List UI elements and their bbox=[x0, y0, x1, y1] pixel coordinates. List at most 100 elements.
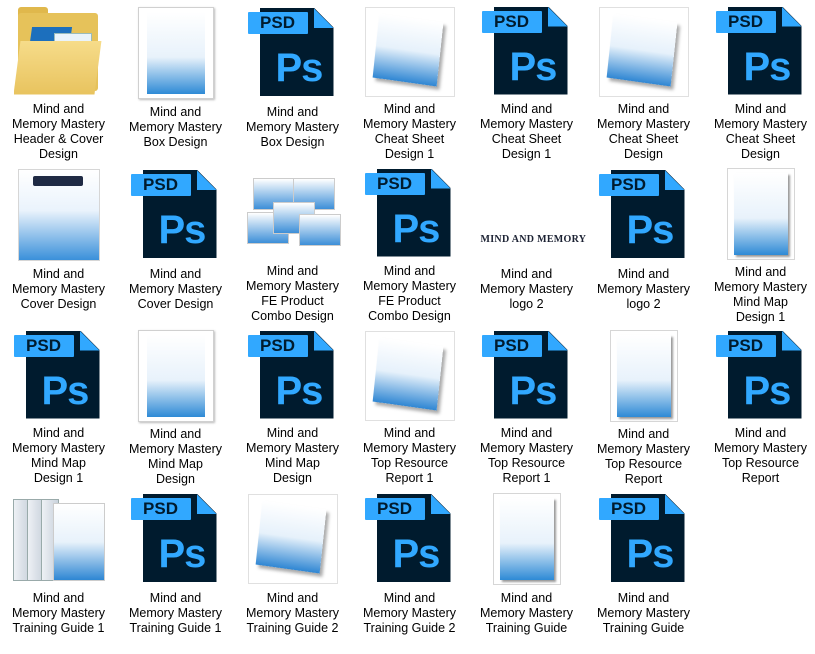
file-item[interactable]: Mind and Memory Mastery Training Guide 1 bbox=[0, 486, 117, 648]
file-label: Mind and Memory Mastery Training Guide 2 bbox=[362, 591, 457, 635]
logo-image-icon: MIND AND MEMORY bbox=[479, 168, 586, 262]
file-label: Mind and Memory Mastery Top Resource Rep… bbox=[713, 426, 808, 485]
file-label: Mind and Memory Mastery FE Product Combo… bbox=[362, 264, 457, 323]
psd-file-icon: PSD Ps bbox=[362, 492, 458, 586]
tall-image-icon bbox=[713, 168, 809, 260]
book-image-icon bbox=[362, 6, 458, 97]
psd-tag: PSD bbox=[364, 498, 425, 520]
file-grid: Mind and Memory Mastery Header & Cover D… bbox=[0, 0, 815, 654]
psd-tag: PSD bbox=[481, 10, 542, 33]
file-item[interactable]: PSD Ps Mind and Memory Mastery Top Resourc… bbox=[702, 324, 815, 486]
file-item[interactable]: MIND AND MEMORY Mind and Memory Mastery l… bbox=[468, 162, 586, 324]
file-item[interactable]: Mind and Memory Mastery Mind Map Design bbox=[117, 324, 234, 486]
ps-mark: Ps bbox=[158, 208, 207, 252]
file-label: Mind and Memory Mastery Training Guide bbox=[479, 591, 574, 635]
file-label: Mind and Memory Mastery Header & Cover D… bbox=[11, 102, 106, 161]
file-item[interactable]: PSD Ps Mind and Memory Mastery Training Gu… bbox=[585, 486, 702, 648]
psd-tag: PSD bbox=[13, 334, 74, 357]
file-label: Mind and Memory Mastery Mind Map Design bbox=[128, 427, 223, 486]
psd-tag: PSD bbox=[130, 174, 191, 196]
file-item[interactable]: Mind and Memory Mastery Cheat Sheet Desi… bbox=[585, 0, 702, 162]
psd-tag: PSD bbox=[481, 334, 542, 357]
file-item[interactable]: PSD Ps Mind and Memory Mastery Box Design bbox=[234, 0, 351, 162]
psd-tag: PSD bbox=[715, 334, 776, 357]
ps-mark: Ps bbox=[392, 206, 441, 251]
box-image-icon bbox=[128, 6, 224, 100]
logo-text: MIND AND MEMORY bbox=[480, 234, 587, 245]
file-label: Mind and Memory Mastery Training Guide bbox=[596, 591, 691, 635]
file-label: Mind and Memory Mastery Top Resource Rep… bbox=[596, 427, 691, 486]
file-item[interactable]: PSD Ps Mind and Memory Mastery Mind Map De… bbox=[234, 324, 351, 486]
ps-mark: Ps bbox=[275, 46, 324, 90]
ps-mark: Ps bbox=[626, 208, 675, 252]
psd-file-icon: PSD Ps bbox=[596, 168, 692, 262]
file-item[interactable]: Mind and Memory Mastery Top Resource Rep… bbox=[351, 324, 468, 486]
file-label: Mind and Memory Mastery Mind Map Design bbox=[245, 426, 340, 485]
ps-mark: Ps bbox=[158, 532, 207, 576]
file-item[interactable]: Mind and Memory Mastery FE Product Combo… bbox=[234, 162, 351, 324]
file-item[interactable]: PSD Ps Mind and Memory Mastery Training Gu… bbox=[351, 486, 468, 648]
file-label: Mind and Memory Mastery Cheat Sheet Desi… bbox=[362, 102, 457, 161]
file-item[interactable]: PSD Ps Mind and Memory Mastery Cheat Sheet… bbox=[468, 0, 585, 162]
file-item[interactable]: Mind and Memory Mastery Box Design bbox=[117, 0, 234, 162]
file-label: Mind and Memory Mastery Training Guide 2 bbox=[245, 591, 340, 635]
file-item[interactable]: Mind and Memory Mastery Cheat Sheet Desi… bbox=[351, 0, 468, 162]
file-label: Mind and Memory Mastery Box Design bbox=[245, 105, 340, 149]
psd-file-icon: PSD Ps bbox=[362, 168, 458, 259]
folder-icon bbox=[11, 6, 107, 97]
psd-tag: PSD bbox=[130, 498, 191, 520]
combo-image-icon bbox=[245, 168, 341, 259]
file-item[interactable]: PSD Ps Mind and Memory Mastery Cheat Sheet… bbox=[702, 0, 815, 162]
file-item[interactable]: PSD Ps Mind and Memory Mastery Training Gu… bbox=[117, 486, 234, 648]
ps-mark: Ps bbox=[743, 44, 792, 89]
file-label: Mind and Memory Mastery FE Product Combo… bbox=[245, 264, 340, 323]
ps-mark: Ps bbox=[275, 368, 324, 413]
file-label: Mind and Memory Mastery Training Guide 1 bbox=[11, 591, 106, 635]
file-label: Mind and Memory Mastery Training Guide 1 bbox=[128, 591, 223, 635]
file-label: Mind and Memory Mastery Cheat Sheet Desi… bbox=[479, 102, 574, 161]
file-label: Mind and Memory Mastery Box Design bbox=[128, 105, 223, 149]
file-item[interactable]: PSD Ps Mind and Memory Mastery Mind Map De… bbox=[0, 324, 117, 486]
file-label: Mind and Memory Mastery Top Resource Rep… bbox=[479, 426, 574, 485]
file-item[interactable]: PSD Ps Mind and Memory Mastery Cover Desig… bbox=[117, 162, 234, 324]
tall-image-icon bbox=[596, 330, 692, 422]
ps-mark: Ps bbox=[509, 44, 558, 89]
file-item[interactable]: PSD Ps Mind and Memory Mastery FE Product … bbox=[351, 162, 468, 324]
cover-image-icon bbox=[11, 168, 107, 262]
binder-image-icon bbox=[11, 492, 107, 586]
psd-tag: PSD bbox=[598, 174, 659, 196]
file-item[interactable]: PSD Ps Mind and Memory Mastery logo 2 bbox=[585, 162, 702, 324]
ps-mark: Ps bbox=[509, 368, 558, 413]
ps-mark: Ps bbox=[41, 368, 90, 413]
psd-file-icon: PSD Ps bbox=[713, 330, 809, 421]
book-image-icon bbox=[596, 6, 692, 97]
psd-file-icon: PSD Ps bbox=[713, 6, 809, 97]
file-label: Mind and Memory Mastery Cheat Sheet Desi… bbox=[713, 102, 808, 161]
file-item[interactable]: Mind and Memory Mastery Training Guide bbox=[468, 486, 585, 648]
psd-file-icon: PSD Ps bbox=[245, 330, 341, 421]
psd-file-icon: PSD Ps bbox=[596, 492, 692, 586]
ps-mark: Ps bbox=[743, 368, 792, 413]
file-label: Mind and Memory Mastery logo 2 bbox=[596, 267, 691, 311]
psd-file-icon: PSD Ps bbox=[479, 6, 575, 97]
file-label: Mind and Memory Mastery Mind Map Design … bbox=[713, 265, 808, 324]
psd-file-icon: PSD Ps bbox=[245, 6, 341, 100]
psd-file-icon: PSD Ps bbox=[128, 168, 224, 262]
file-item[interactable]: Mind and Memory Mastery Mind Map Design … bbox=[702, 162, 815, 324]
file-label: Mind and Memory Mastery logo 2 bbox=[479, 267, 574, 311]
psd-file-icon: PSD Ps bbox=[11, 330, 107, 421]
file-item[interactable]: Mind and Memory Mastery Cover Design bbox=[0, 162, 117, 324]
file-item[interactable]: Mind and Memory Mastery Header & Cover D… bbox=[0, 0, 117, 162]
psd-file-icon: PSD Ps bbox=[128, 492, 224, 586]
psd-tag: PSD bbox=[364, 172, 425, 195]
psd-tag: PSD bbox=[598, 498, 659, 520]
ps-mark: Ps bbox=[626, 532, 675, 576]
file-label: Mind and Memory Mastery Mind Map Design … bbox=[11, 426, 106, 485]
file-label: Mind and Memory Mastery Top Resource Rep… bbox=[362, 426, 457, 485]
file-item[interactable]: PSD Ps Mind and Memory Mastery Top Resourc… bbox=[468, 324, 585, 486]
file-item[interactable]: Mind and Memory Mastery Top Resource Rep… bbox=[585, 324, 702, 486]
psd-file-icon: PSD Ps bbox=[479, 330, 575, 421]
ps-mark: Ps bbox=[392, 532, 441, 576]
file-label: Mind and Memory Mastery Cheat Sheet Desi… bbox=[596, 102, 691, 161]
file-item[interactable]: Mind and Memory Mastery Training Guide 2 bbox=[234, 486, 351, 648]
